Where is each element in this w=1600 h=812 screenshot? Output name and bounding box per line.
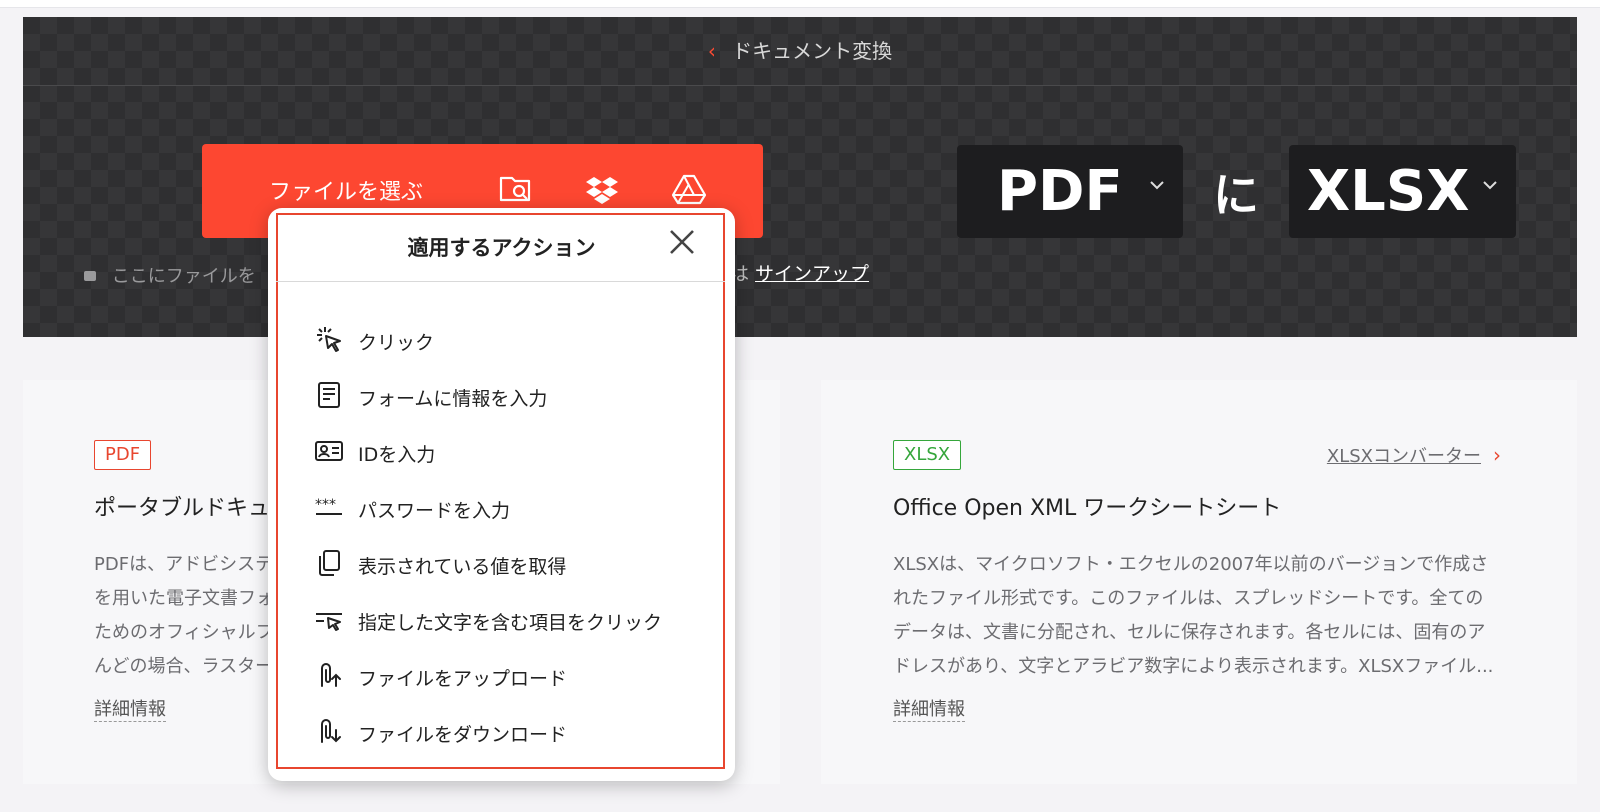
copy-icon	[319, 550, 340, 576]
action-download-file[interactable]: ファイルをダウンロード	[314, 712, 714, 752]
upload-hero: ‹ ドキュメント変換 ファイルを選ぶ ここにファイルを はサインアップ PDF …	[23, 17, 1577, 337]
card-description: XLSXは、マイクロソフト・エクセルの2007年以前のバージョンで作成さ れたフ…	[893, 554, 1494, 677]
form-icon	[318, 382, 340, 408]
id-card-icon	[315, 441, 343, 461]
privacy-text: ここにファイルを	[111, 266, 256, 287]
password-icon: ***	[315, 497, 342, 515]
upload-clip-icon	[321, 663, 341, 687]
action-enter-id[interactable]: IDを入力	[314, 432, 714, 472]
format-badge: XLSX	[893, 440, 962, 470]
text-click-icon	[316, 613, 342, 631]
choose-file-label: ファイルを選ぶ	[269, 180, 424, 205]
back-chevron-icon[interactable]: ‹	[708, 39, 716, 63]
chevron-right-icon: ›	[1493, 443, 1501, 467]
xlsx-converter-link[interactable]: XLSXコンバーター ›	[1327, 442, 1501, 468]
download-clip-icon	[321, 719, 341, 743]
format-badge: PDF	[94, 440, 152, 470]
action-get-value[interactable]: 表示されている値を取得	[314, 544, 714, 584]
chevron-down-icon	[1150, 181, 1164, 190]
folder-search-icon[interactable]	[499, 172, 533, 206]
source-format-select[interactable]: PDF	[957, 145, 1183, 238]
target-format-label: XLSX	[1307, 159, 1470, 224]
google-drive-icon[interactable]	[672, 172, 706, 206]
to-label: に	[1213, 168, 1259, 222]
target-format-select[interactable]: XLSX	[1289, 145, 1516, 238]
dropbox-icon[interactable]	[585, 172, 619, 206]
signup-row: はサインアップ	[730, 259, 869, 286]
action-upload-file[interactable]: ファイルをアップロード	[314, 656, 714, 696]
chevron-down-icon	[1483, 181, 1497, 190]
action-fill-form[interactable]: フォームに情報を入力	[314, 376, 714, 416]
target-format-card: XLSX XLSXコンバーター › Office Open XML ワークシートシ…	[821, 380, 1577, 784]
action-picker-popup: 適用するアクション クリック フォームに情報を入力 IDを入力 *** パスワー…	[268, 208, 735, 781]
lock-icon	[84, 271, 96, 281]
popup-title: 適用するアクション	[407, 236, 596, 260]
popup-divider	[276, 281, 725, 282]
card-title: ポータブルドキュ	[94, 496, 271, 521]
more-info-link[interactable]: 詳細情報	[893, 695, 965, 722]
action-enter-password[interactable]: *** パスワードを入力	[314, 488, 714, 528]
card-description: PDFは、アドビシステ を用いた電子文書フォ ためのオフィシャルフ んどの場合、…	[94, 554, 274, 677]
more-info-link[interactable]: 詳細情報	[94, 695, 166, 722]
signup-link[interactable]: サインアップ	[755, 263, 869, 285]
click-icon	[317, 327, 341, 352]
svg-text:***: ***	[315, 497, 336, 513]
source-format-label: PDF	[997, 159, 1123, 224]
breadcrumb: ‹ ドキュメント変換	[23, 17, 1577, 86]
close-icon[interactable]	[668, 228, 696, 256]
action-click-text[interactable]: 指定した文字を含む項目をクリック	[314, 600, 714, 640]
breadcrumb-title[interactable]: ドキュメント変換	[732, 39, 892, 63]
privacy-note: ここにファイルを	[84, 262, 256, 288]
action-click[interactable]: クリック	[314, 320, 714, 360]
card-title: Office Open XML ワークシートシート	[893, 496, 1282, 521]
top-strip	[0, 0, 1600, 8]
